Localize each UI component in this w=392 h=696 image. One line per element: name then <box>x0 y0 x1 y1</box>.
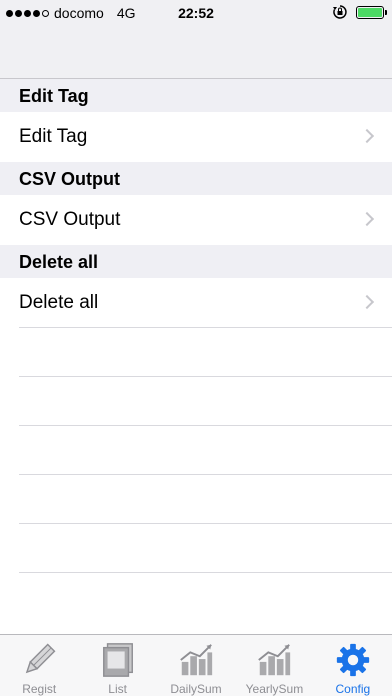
tab-bar: Regist List DailySum YearlySum Config <box>0 634 392 696</box>
row-edit-tag[interactable]: Edit Tag <box>0 112 392 162</box>
tab-list[interactable]: List <box>78 635 156 696</box>
row-csv-output[interactable]: CSV Output <box>0 195 392 245</box>
tab-regist[interactable]: Regist <box>0 635 78 696</box>
row-label: Delete all <box>19 292 99 313</box>
chevron-right-icon <box>359 294 375 310</box>
battery-icon <box>356 5 387 19</box>
settings-list: Edit Tag Edit Tag CSV Output CSV Output … <box>0 79 392 328</box>
pencil-icon <box>25 643 56 674</box>
list-icon <box>102 643 133 677</box>
tab-label: Regist <box>22 682 57 696</box>
tab-label: Config <box>335 682 371 696</box>
chevron-right-icon <box>359 128 375 144</box>
tab-label: List <box>108 682 127 696</box>
gear-icon <box>336 643 369 677</box>
section-header-edit-tag: Edit Tag <box>0 79 392 112</box>
row-label: CSV Output <box>19 209 121 230</box>
bar-chart-icon <box>180 644 213 676</box>
tab-label: DailySum <box>170 682 222 696</box>
chevron-right-icon <box>359 211 375 227</box>
tab-yearlysum[interactable]: YearlySum <box>235 635 313 696</box>
row-delete-all[interactable]: Delete all <box>0 278 392 328</box>
orientation-lock-icon <box>333 5 347 19</box>
bar-chart-icon <box>258 644 291 676</box>
empty-row-separators <box>0 327 392 621</box>
tab-config[interactable]: Config <box>314 635 392 696</box>
tab-dailysum[interactable]: DailySum <box>157 635 235 696</box>
status-bar: docomo 4G 22:52 <box>0 0 392 27</box>
navigation-bar <box>0 27 392 79</box>
tab-label: YearlySum <box>245 682 304 696</box>
row-label: Edit Tag <box>19 126 88 147</box>
section-header-csv-output: CSV Output <box>0 162 392 195</box>
status-right <box>332 4 387 20</box>
section-header-delete-all: Delete all <box>0 245 392 278</box>
